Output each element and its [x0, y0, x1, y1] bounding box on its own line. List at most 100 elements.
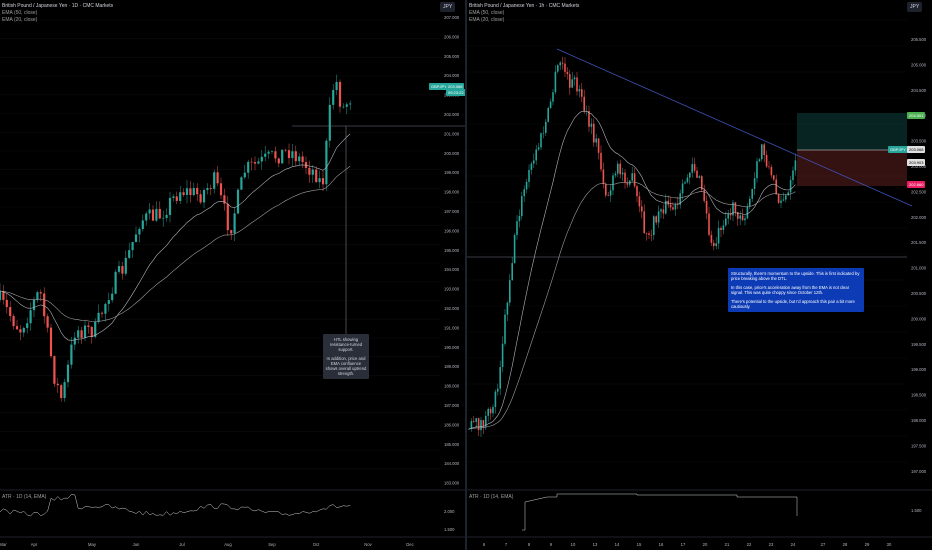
left-candle [257, 161, 260, 164]
right-price-tick: 205.000 [911, 62, 927, 67]
left-date-tick: May [88, 542, 97, 547]
left-candle [332, 90, 335, 105]
left-candle [338, 81, 342, 107]
right-candle [473, 421, 475, 422]
right-date-tick: 17 [681, 542, 686, 547]
right-candle [645, 233, 648, 234]
right-candle [545, 121, 547, 133]
right-candle [643, 211, 645, 234]
left-price-tick: 197.000 [444, 209, 460, 214]
left-candle [189, 188, 192, 195]
left-candle [284, 149, 287, 151]
right-candle [487, 408, 489, 416]
right-price-tag-time: 203.903 [907, 159, 926, 166]
right-candle [475, 418, 477, 422]
right-candle [756, 161, 758, 179]
right-chart-title: British Pound / Japanese Yen · 1h · CMC … [469, 3, 580, 9]
left-price-tag-time: 09:23:22 [446, 89, 466, 96]
right-candle [552, 92, 554, 102]
right-candle [705, 200, 708, 214]
right-candle [746, 206, 749, 219]
left-candle [328, 104, 331, 141]
right-candle [477, 418, 480, 431]
right-candle [501, 343, 504, 368]
right-target-zone [797, 113, 907, 150]
left-candle [270, 151, 274, 152]
right-candle [751, 188, 753, 199]
right-date-tick: 30 [887, 542, 892, 547]
left-candle [165, 214, 168, 218]
left-candle [9, 307, 12, 317]
left-candle [277, 158, 280, 164]
left-candle [321, 178, 325, 185]
left-candle [15, 326, 19, 330]
left-candle [260, 156, 263, 162]
right-candle [523, 189, 525, 197]
right-candle [650, 234, 653, 236]
left-candle [243, 172, 246, 178]
right-candle [537, 147, 540, 150]
right-candle [727, 213, 729, 219]
left-atr-tick: 1.500 [444, 527, 455, 532]
right-annotation-box[interactable]: Structurally, there's momentum to the up… [728, 268, 864, 312]
left-ema20-legend: EMA (20, close) [2, 17, 38, 23]
left-candle [226, 203, 229, 231]
right-candle [607, 195, 609, 196]
left-candle [216, 172, 219, 184]
left-candle [114, 271, 117, 294]
right-candle [569, 74, 571, 88]
right-date-tick: 10 [571, 542, 576, 547]
left-candle [315, 169, 318, 183]
right-candle [775, 179, 777, 195]
right-symbol-badge[interactable]: JPY [907, 2, 923, 12]
right-date-tick: 8 [528, 542, 531, 547]
right-candle [597, 138, 600, 153]
left-date-tick: Dec [406, 542, 413, 547]
right-candle [571, 79, 573, 88]
left-candle [19, 329, 22, 333]
left-candle [213, 172, 216, 189]
right-candle [566, 71, 569, 75]
right-date-tick: 21 [725, 542, 730, 547]
left-date-tick: Oct [313, 542, 320, 547]
right-candle [516, 221, 518, 235]
left-candle [250, 161, 253, 163]
right-candle [530, 163, 533, 170]
left-candle [104, 303, 107, 314]
left-price-tick: 202.000 [444, 112, 460, 117]
left-price-tick: 207.000 [444, 15, 460, 20]
right-candle [763, 144, 765, 155]
left-candle [168, 197, 172, 215]
right-date-tick: 29 [865, 542, 870, 547]
right-candle [540, 133, 542, 148]
right-candle [782, 199, 785, 201]
left-candle [172, 196, 175, 198]
left-candle [66, 364, 70, 383]
right-date-tick: 16 [659, 542, 664, 547]
left-symbol-badge[interactable]: JPY [440, 2, 456, 12]
left-candle [46, 316, 49, 328]
right-date-tick: 6 [483, 542, 486, 547]
left-candle [83, 325, 87, 338]
left-date-tick: Aug [224, 542, 232, 547]
right-candle [578, 89, 581, 92]
right-candle [549, 101, 552, 109]
left-candle [298, 156, 301, 162]
left-atr-legend: ATR · 1D (14, EMA) [2, 494, 47, 500]
right-candle [648, 233, 650, 235]
left-date-tick: Jun [133, 542, 140, 547]
right-candle [641, 206, 643, 212]
left-candle [240, 177, 243, 190]
left-price-tick: 183.000 [444, 481, 460, 486]
right-price-tick: 201.500 [911, 240, 927, 245]
right-chart-panel: 205.500205.000204.500204.000203.500203.0… [467, 0, 932, 550]
right-price-tick: 199.000 [911, 367, 927, 372]
left-price-tick: 199.000 [444, 170, 460, 175]
left-ema20-line [0, 133, 351, 341]
left-chart-panel: 207.000206.000205.000204.000203.000202.0… [0, 0, 466, 550]
right-candle [674, 204, 677, 210]
left-annotation-line: In addition, price and EMA confluence sh… [325, 356, 367, 376]
right-candle [792, 170, 794, 181]
left-annotation-box[interactable]: HTL showing resistance-turned support. I… [323, 334, 369, 379]
left-candle [60, 385, 63, 398]
